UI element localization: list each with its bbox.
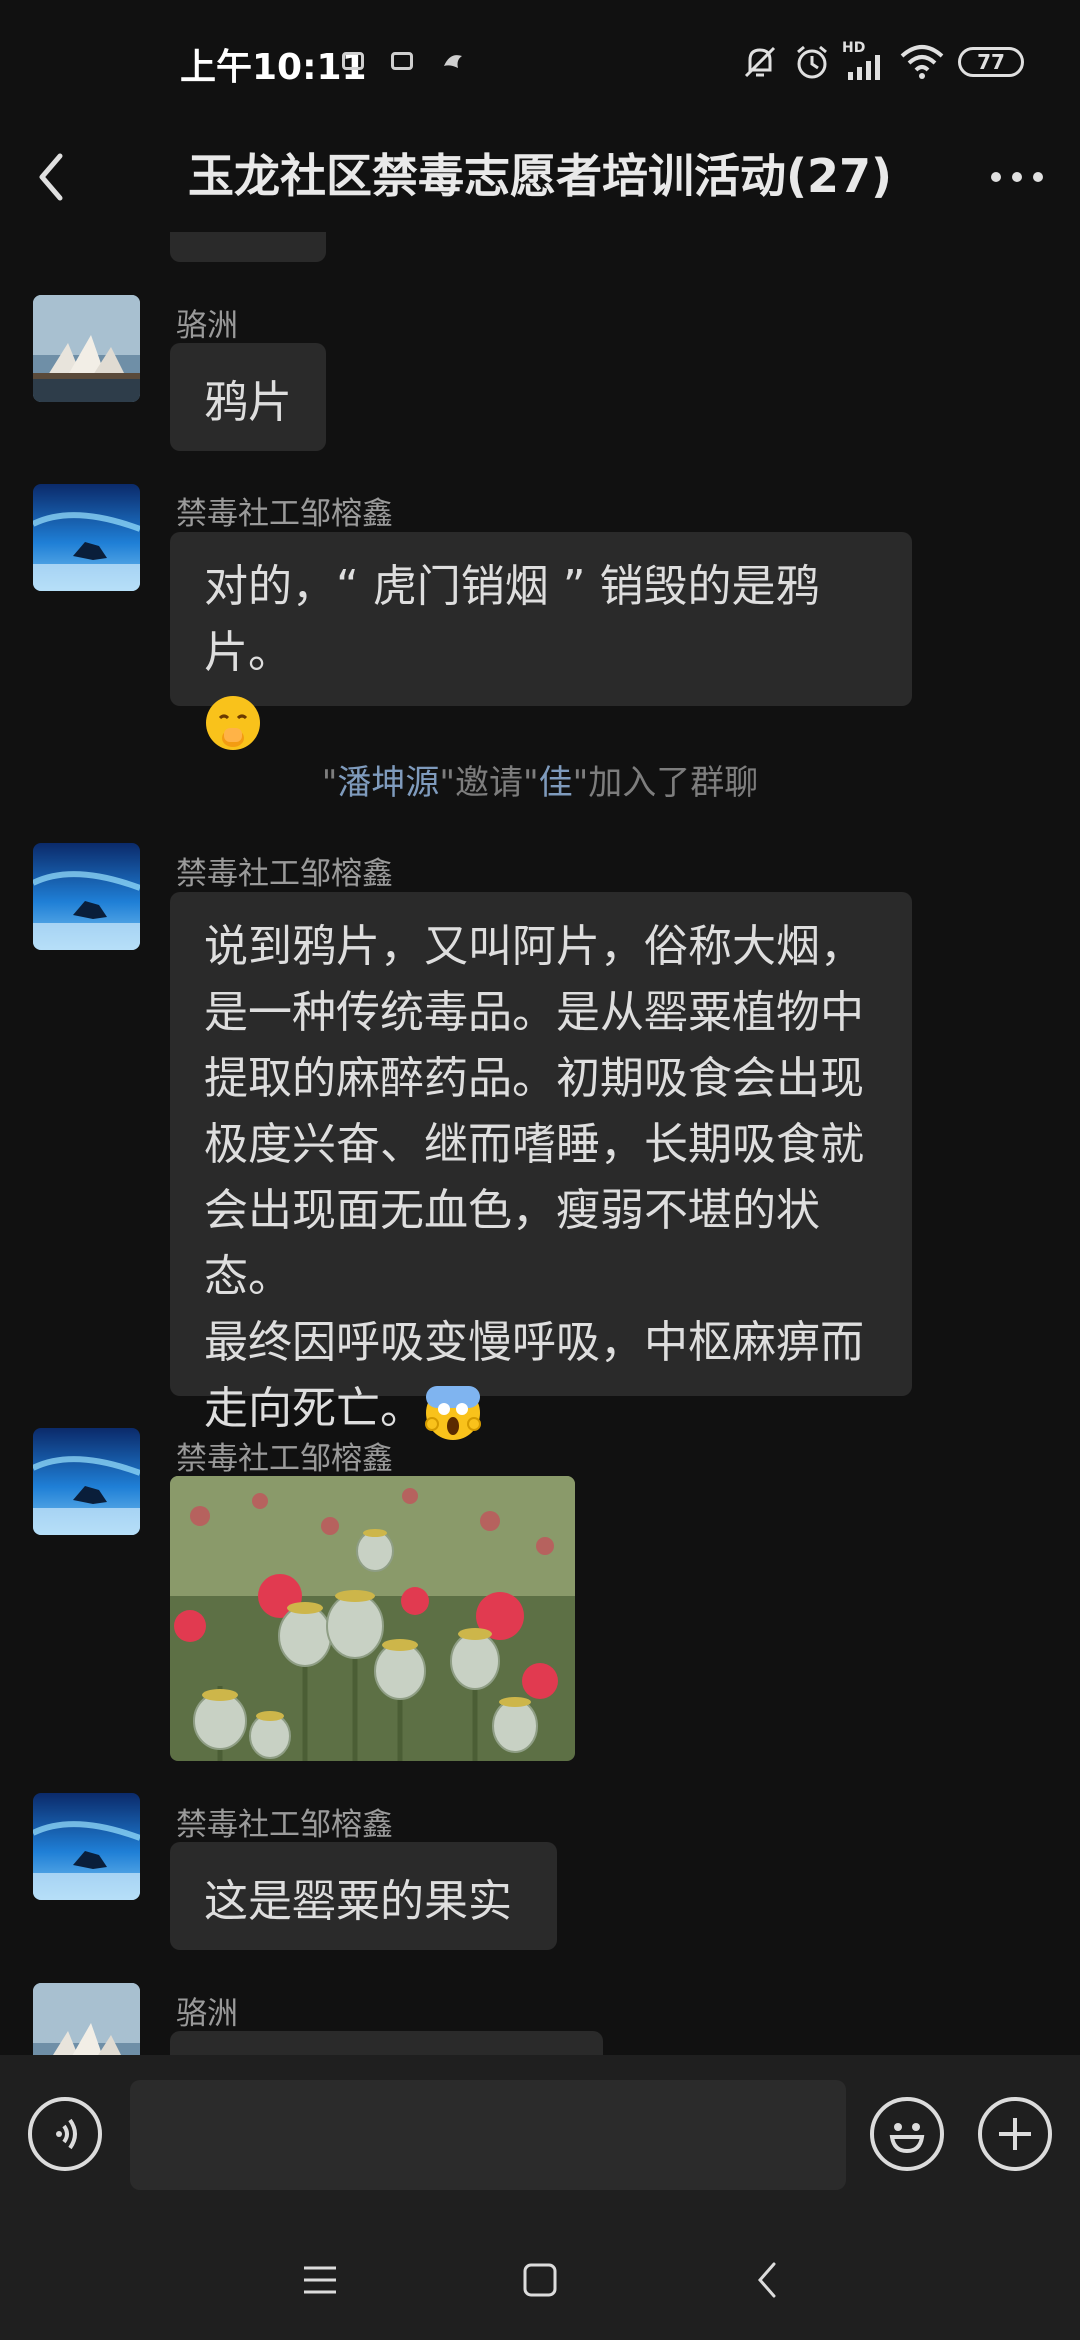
- mute-bell-icon: [744, 46, 776, 78]
- sender-name: 禁毒社工邹榕鑫: [176, 1807, 393, 1843]
- message-bubble[interactable]: 对的，“ 虎门销烟 ” 销毁的是鸦片。: [170, 532, 912, 750]
- message-text: 鸦片: [204, 377, 292, 428]
- sender-name: 骆洲: [176, 308, 238, 344]
- battery-icon: 77: [958, 47, 1024, 77]
- signal-icon: [848, 55, 880, 80]
- home-icon: [523, 2263, 557, 2297]
- notification-icon: [391, 52, 413, 70]
- emoji-icon: [889, 2123, 925, 2154]
- message-line: 最终因呼吸变慢呼吸，中枢麻痹而: [204, 1317, 864, 1368]
- message-list[interactable]: 鸦片 骆洲 鸦片: [0, 0, 1080, 2055]
- aurora-avatar-image: [33, 1428, 140, 1535]
- message-input[interactable]: [130, 2080, 846, 2190]
- message-bubble[interactable]: 这是罂粟的果实: [170, 1842, 557, 1950]
- input-bar: [0, 2055, 1080, 2220]
- back-arrow-icon: [39, 153, 63, 201]
- sender-name: 骆洲: [176, 1996, 238, 2032]
- opera-house-avatar-image: [33, 295, 140, 402]
- sender-name: 禁毒社工邹榕鑫: [176, 496, 393, 532]
- menu-nav-button[interactable]: [290, 2250, 350, 2310]
- message-line: 是一种传统毒品。是从罂粟植物中: [204, 987, 864, 1038]
- back-button[interactable]: [28, 142, 98, 212]
- status-bar: 上午10:11 HD 77: [0, 0, 1080, 120]
- more-button[interactable]: [982, 142, 1052, 212]
- avatar[interactable]: [33, 484, 140, 591]
- avatar[interactable]: [33, 1793, 140, 1900]
- message-line: 会出现面无血色，瘦弱不堪的状态。: [204, 1185, 820, 1302]
- avatar[interactable]: [33, 1428, 140, 1535]
- emoji-button[interactable]: [870, 2097, 944, 2171]
- battery-level: 77: [977, 50, 1005, 74]
- system-nav-bar: [0, 2220, 1080, 2340]
- avatar[interactable]: [33, 1983, 140, 2055]
- voice-button[interactable]: [28, 2097, 102, 2171]
- opera-house-avatar-image: [33, 1983, 140, 2055]
- invite-text: 邀请: [455, 763, 523, 803]
- message-text: 对的，“ 虎门销烟 ” 销毁的是鸦片。: [204, 561, 820, 678]
- message-line: 提取的麻醉药品。初期吸食会出现: [204, 1053, 864, 1104]
- app-notification-icon: [444, 55, 462, 68]
- menu-icon: [304, 2266, 336, 2294]
- plus-button[interactable]: [978, 2097, 1052, 2171]
- voice-icon: [56, 2118, 77, 2150]
- inviter-name[interactable]: 潘坤源: [337, 763, 439, 803]
- scream-face-emoji: [424, 1384, 481, 1440]
- home-nav-button[interactable]: [510, 2250, 570, 2310]
- notification-icon: [342, 52, 364, 70]
- back-icon: [758, 2262, 776, 2298]
- chat-header: 玉龙社区禁毒志愿者培训活动(27): [0, 120, 1080, 232]
- chat-title: 玉龙社区禁毒志愿者培训活动(27): [187, 149, 893, 203]
- invitee-name[interactable]: 佳: [539, 763, 573, 803]
- status-time: 上午10:11: [180, 47, 367, 88]
- sender-name: 禁毒社工邹榕鑫: [176, 856, 393, 892]
- aurora-avatar-image: [33, 843, 140, 950]
- aurora-avatar-image: [33, 484, 140, 591]
- message-line: 极度兴奋、继而嗜睡，长期吸食就: [204, 1119, 864, 1170]
- message-line: 说到鸦片，又叫阿片，俗称大烟，: [204, 921, 864, 972]
- message-line: 走向死亡。: [204, 1383, 424, 1434]
- plus-icon: [999, 2118, 1031, 2150]
- alarm-icon: [797, 45, 827, 79]
- system-join-notice: "潘坤源"邀请"佳"加入了群聊: [321, 763, 759, 803]
- message-bubble-partial[interactable]: [170, 2031, 603, 2055]
- message-text: 这是罂粟的果实: [204, 1876, 512, 1927]
- message-bubble[interactable]: 鸦片: [170, 343, 326, 451]
- joined-text: 加入了群聊: [588, 763, 759, 803]
- avatar[interactable]: [33, 843, 140, 950]
- back-nav-button[interactable]: [738, 2250, 798, 2310]
- avatar[interactable]: [33, 295, 140, 402]
- more-dots-icon: [991, 172, 1043, 182]
- poppy-field-photo[interactable]: [170, 1476, 575, 1761]
- wifi-icon: [900, 45, 944, 79]
- aurora-avatar-image: [33, 1793, 140, 1900]
- sender-name: 禁毒社工邹榕鑫: [176, 1441, 393, 1477]
- message-bubble[interactable]: 说到鸦片，又叫阿片，俗称大烟， 是一种传统毒品。是从罂粟植物中 提取的麻醉药品。…: [170, 892, 912, 1440]
- shush-face-emoji: [204, 694, 260, 750]
